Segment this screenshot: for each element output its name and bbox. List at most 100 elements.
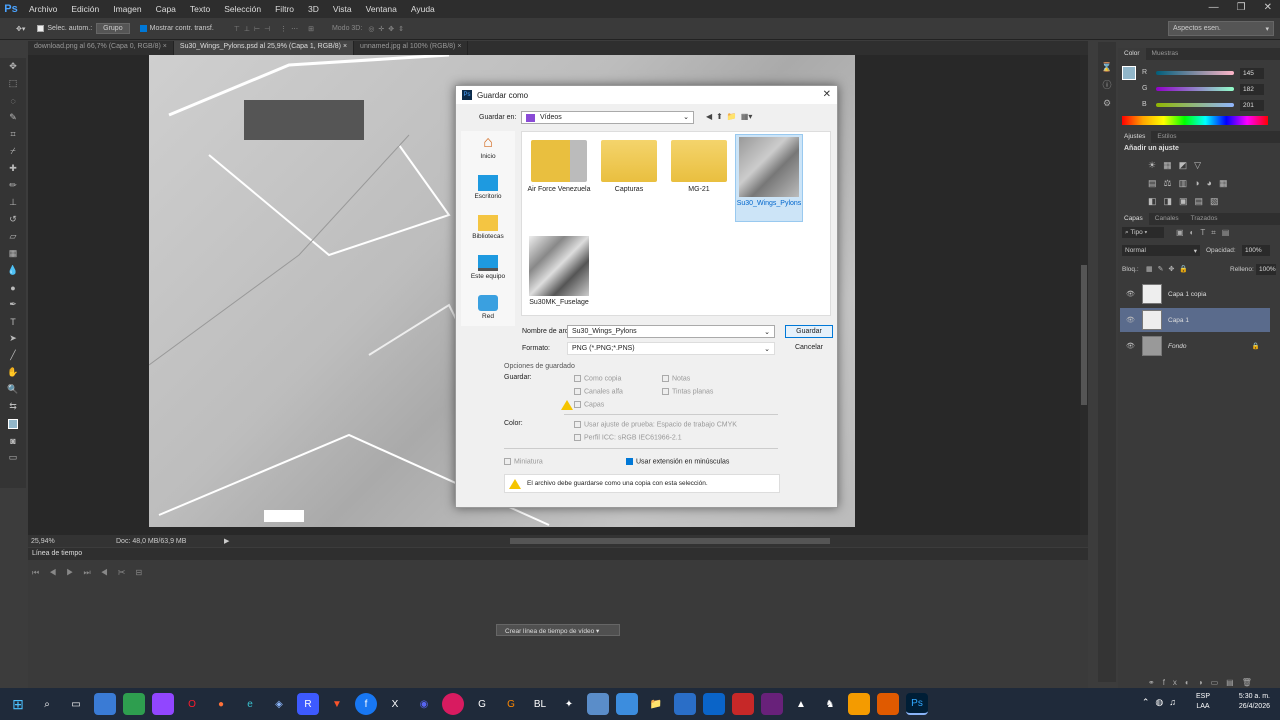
brave-icon[interactable]: ▼ — [326, 693, 348, 715]
color-spectrum[interactable] — [1122, 116, 1268, 125]
filename-input[interactable]: Su30_Wings_Pylons ⌄ — [567, 325, 775, 338]
tray-icons[interactable]: ⌃◍♫ — [1142, 697, 1182, 708]
layer-row[interactable]: 👁 Fondo 🔒 — [1120, 334, 1270, 358]
tab-color[interactable]: Color — [1118, 48, 1146, 60]
lasso-tool-icon[interactable]: ◌ — [0, 92, 26, 109]
app-icon[interactable]: R — [297, 693, 319, 715]
format-select[interactable]: PNG (*.PNG;*.PNS) ⌄ — [567, 342, 775, 355]
menu-archivo[interactable]: Archivo — [22, 4, 64, 14]
file-explorer-icon[interactable]: 📁 — [645, 693, 667, 715]
gradient-tool-icon[interactable]: ▦ — [0, 245, 26, 262]
thumbnail-option[interactable]: Miniatura — [504, 458, 543, 465]
crop-tool-icon[interactable]: ⌗ — [0, 126, 26, 143]
menu-seleccion[interactable]: Selección — [217, 4, 268, 14]
menu-edicion[interactable]: Edición — [64, 4, 106, 14]
opacity-value[interactable]: 100% — [1242, 245, 1270, 256]
align-icons[interactable]: ⊤⊥⊢⊣ ⋮⋯ ⊞ — [234, 25, 318, 33]
menu-ventana[interactable]: Ventana — [359, 4, 404, 14]
minimize-icon[interactable]: — — [1209, 2, 1219, 13]
app-icon[interactable]: ♞ — [819, 693, 841, 715]
r-value[interactable]: 145 — [1240, 68, 1264, 79]
healing-tool-icon[interactable]: ✚ — [0, 160, 26, 177]
layer-row[interactable]: 👁 Capa 1 copia — [1120, 282, 1270, 306]
firefox-icon[interactable]: ● — [210, 693, 232, 715]
fill-value[interactable]: 100% — [1256, 264, 1276, 275]
folder-item[interactable]: Air Force Venezuela — [525, 138, 593, 193]
r-slider[interactable] — [1156, 71, 1234, 75]
spot-option[interactable]: Tintas planas — [662, 388, 713, 395]
as-copy-option[interactable]: Como copia — [574, 375, 621, 382]
proof-option[interactable]: Usar ajuste de prueba: Espacio de trabaj… — [574, 421, 737, 428]
scroll-thumb[interactable] — [1081, 265, 1087, 405]
folder-item[interactable]: MG-21 — [665, 138, 733, 193]
view-menu-icon[interactable]: ▦▾ — [741, 112, 753, 121]
eyedropper-tool-icon[interactable]: ⌿ — [0, 143, 26, 160]
place-inicio[interactable]: ⌂ Inicio — [461, 135, 515, 161]
vertical-scrollbar[interactable] — [1080, 55, 1088, 535]
history-icon[interactable]: ⌛ — [1098, 58, 1116, 76]
task-view-icon[interactable]: ▭ — [65, 693, 87, 715]
close-icon[interactable]: ✕ — [1264, 2, 1272, 13]
save-in-select[interactable]: Vídeos ⌄ — [521, 111, 694, 124]
workspace-select[interactable]: Aspectos esen. ▾ — [1168, 21, 1274, 36]
visibility-eye-icon[interactable]: 👁 — [1126, 342, 1135, 350]
layer-filter-select[interactable]: ⌕ Tipo ▾ — [1122, 227, 1164, 238]
b-slider[interactable] — [1156, 103, 1234, 107]
alpha-option[interactable]: Canales alfa — [574, 388, 623, 395]
language-indicator[interactable]: ESP LAA — [1196, 692, 1210, 712]
x-icon[interactable]: X — [384, 693, 406, 715]
dodge-tool-icon[interactable]: ● — [0, 279, 26, 296]
info-icon[interactable]: ⓘ — [1098, 76, 1116, 94]
move-tool-icon[interactable]: ✥ — [0, 58, 26, 75]
system-clock[interactable]: 5:30 a. m. 26/4/2026 — [1239, 692, 1270, 712]
zoom-level[interactable]: 25,94% — [31, 538, 55, 545]
facebook-icon[interactable]: f — [355, 693, 377, 715]
tab-swatches[interactable]: Muestras — [1146, 48, 1185, 60]
pen-tool-icon[interactable]: ✒ — [0, 296, 26, 313]
layer-filter-icons[interactable]: ▣◐T⌗▤ — [1176, 228, 1235, 238]
quick-select-tool-icon[interactable]: ✎ — [0, 109, 26, 126]
app-icon[interactable] — [123, 693, 145, 715]
create-video-timeline-button[interactable]: Crear línea de tiempo de vídeo ▾ — [496, 624, 620, 636]
show-transform-checkbox[interactable] — [139, 25, 147, 32]
color-swatch-icon[interactable] — [0, 415, 26, 432]
twitch-icon[interactable] — [152, 693, 174, 715]
tab-download[interactable]: download.png al 66,7% (Capa 0, RGB/8) × — [28, 41, 174, 55]
type-tool-icon[interactable]: T — [0, 313, 26, 330]
tab-layers[interactable]: Capas — [1118, 213, 1149, 225]
zoom-tool-icon[interactable]: 🔍 — [0, 381, 26, 398]
visibility-eye-icon[interactable]: 👁 — [1126, 290, 1135, 298]
app-icon[interactable]: ✦ — [558, 693, 580, 715]
layers-option[interactable]: Capas — [574, 401, 604, 408]
app-icon[interactable]: ◈ — [268, 693, 290, 715]
menu-capa[interactable]: Capa — [149, 4, 183, 14]
new-folder-icon[interactable]: 📁 — [727, 112, 737, 121]
group-select[interactable]: Grupo — [96, 23, 130, 34]
save-button[interactable]: Guardar — [785, 325, 833, 338]
marquee-tool-icon[interactable]: ⬚ — [0, 75, 26, 92]
app-icon[interactable] — [877, 693, 899, 715]
history-brush-tool-icon[interactable]: ↺ — [0, 211, 26, 228]
auto-select-checkbox[interactable] — [37, 25, 45, 32]
status-arrow-icon[interactable]: ▶ — [224, 537, 229, 545]
app-icon[interactable] — [848, 693, 870, 715]
restore-icon[interactable]: ❐ — [1237, 2, 1246, 13]
app-icon[interactable]: G — [471, 693, 493, 715]
windows-start-icon[interactable]: ⊞ — [7, 693, 29, 715]
app-icon[interactable] — [616, 693, 638, 715]
foreground-color-swatch[interactable] — [1122, 66, 1136, 80]
search-icon[interactable]: ⌕ — [36, 693, 58, 715]
app-icon[interactable] — [703, 693, 725, 715]
menu-filtro[interactable]: Filtro — [268, 4, 301, 14]
menu-ayuda[interactable]: Ayuda — [404, 4, 442, 14]
timeline-controls-icons[interactable]: ⏮◀▶⏭◀✂⊟ — [32, 568, 152, 578]
menu-3d[interactable]: 3D — [301, 4, 326, 14]
blur-tool-icon[interactable]: 💧 — [0, 262, 26, 279]
menu-texto[interactable]: Texto — [183, 4, 217, 14]
b-value[interactable]: 201 — [1240, 100, 1264, 111]
3d-tools-icons[interactable]: ◎✛✥⇕ — [368, 25, 408, 33]
store-icon[interactable] — [674, 693, 696, 715]
layer-actions-icons[interactable]: ⚭fx◐◑▭▤🗑 — [1148, 678, 1260, 687]
visibility-eye-icon[interactable]: 👁 — [1126, 316, 1135, 324]
file-item[interactable]: Su30MK_Fuselage — [525, 234, 593, 306]
